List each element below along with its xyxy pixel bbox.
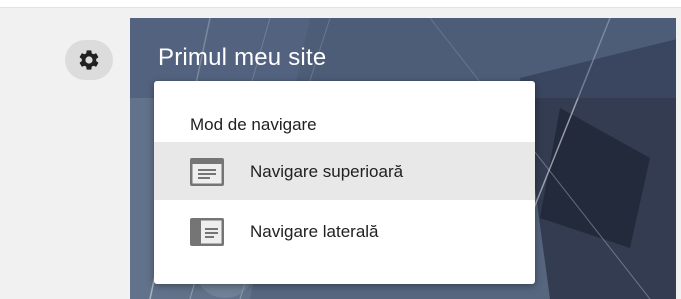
top-navigation-icon [190, 158, 224, 186]
side-navigation-icon [190, 218, 224, 246]
menu-heading: Mod de navigare [190, 115, 317, 134]
settings-button[interactable] [65, 40, 113, 80]
menu-item-label: Navigare laterală [250, 222, 379, 241]
menu-item-side-navigation[interactable]: Navigare laterală [154, 202, 535, 260]
menu-item-label: Navigare superioară [250, 162, 404, 181]
menu-item-top-navigation[interactable]: Navigare superioară [154, 142, 535, 200]
site-title: Primul meu site [158, 44, 327, 71]
gear-icon [79, 50, 99, 70]
top-bar [0, 0, 681, 8]
navigation-mode-menu: Mod de navigare Navigare superioară Navi… [154, 81, 535, 284]
right-edge [676, 18, 681, 299]
